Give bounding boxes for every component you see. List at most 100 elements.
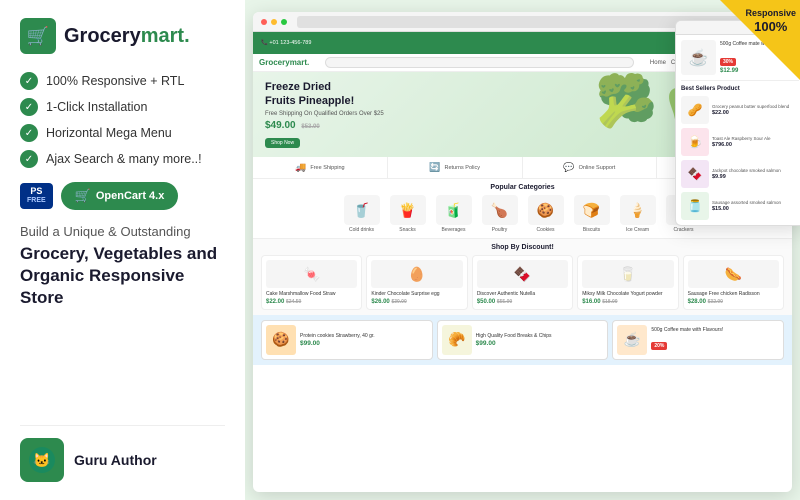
tagline-sub: Build a Unique & Outstanding: [20, 224, 225, 239]
author-cat-icon: 🐱: [28, 446, 56, 474]
product-price-4: $16.00 $18.00: [582, 299, 673, 305]
responsive-badge-text: Responsive 100%: [745, 8, 796, 34]
category-img-cookies: 🍪: [528, 195, 564, 225]
products-grid: 🍬 Cake Marshmallow Food Straw $22.00 $24…: [261, 255, 784, 310]
logo-icon: 🛒: [20, 18, 56, 54]
category-img-beverages: 🧃: [436, 195, 472, 225]
support-icon: 💬: [563, 162, 574, 173]
hero-price: $49.00 $53.00: [265, 120, 384, 131]
category-cold-drinks[interactable]: 🥤 Cold drinks: [341, 195, 383, 233]
right-product-img-2: 🍺: [681, 128, 709, 156]
feature-item-1: ✓ 100% Responsive + RTL: [20, 72, 225, 90]
promo-info-2: High Quality Food Breaks & Chips $99.00: [476, 333, 604, 347]
product-card-4[interactable]: 🥛 Miksy Milk Chocolate Yogurt powder $16…: [577, 255, 678, 310]
product-price-3: $50.00 $55.00: [477, 299, 568, 305]
right-product-info-3: Jackpot chocolate smoked salmon $9.99: [712, 168, 799, 180]
category-snacks[interactable]: 🍟 Snacks: [387, 195, 429, 233]
right-product-img-3: 🍫: [681, 160, 709, 188]
promo-img-1: 🍪: [266, 325, 296, 355]
right-product-item-2[interactable]: 🍺 Toast Ale Raspberry Sour Ale $796.00: [681, 128, 799, 156]
tagline-main: Grocery, Vegetables and Organic Responsi…: [20, 243, 225, 309]
promo-name-3: 500g Coffee mate with Flavours!: [651, 327, 779, 333]
right-product-item-4[interactable]: 🫙 Sausage assorted smoked salmon $15.00: [681, 192, 799, 220]
feature-strip-support: 💬 Online Support: [523, 157, 658, 178]
discount-title: Shop By Discount!: [261, 244, 784, 251]
feature-strip-returns: 🔄 Returns Policy: [388, 157, 523, 178]
check-icon-3: ✓: [20, 124, 38, 142]
category-biscuits[interactable]: 🍞 Biscuits: [571, 195, 613, 233]
feature-item-3: ✓ Horizontal Mega Menu: [20, 124, 225, 142]
platform-ps-badge: PS FREE: [20, 183, 53, 209]
category-beverages[interactable]: 🧃 Beverages: [433, 195, 475, 233]
discount-products-section: Shop By Discount! 🍬 Cake Marshmallow Foo…: [253, 238, 792, 315]
promo-info-3: 500g Coffee mate with Flavours! 20%: [651, 327, 779, 352]
product-img-4: 🥛: [582, 260, 673, 288]
product-card-1[interactable]: 🍬 Cake Marshmallow Food Straw $22.00 $24…: [261, 255, 362, 310]
right-featured-price: $12.99: [720, 68, 799, 74]
store-logo-small: Grocerymart.: [259, 58, 309, 67]
right-mockup-content: ☕ 500g Coffee mate with Flavours! 30% $1…: [676, 35, 800, 225]
promo-card-1[interactable]: 🍪 Protein cookies Strawberry, 40 gr. $99…: [261, 320, 433, 360]
promo-img-3: ☕: [617, 325, 647, 355]
promo-price-2: $99.00: [476, 340, 604, 347]
promo-info-1: Protein cookies Strawberry, 40 gr. $99.0…: [300, 333, 428, 347]
right-featured-img: ☕: [681, 40, 716, 75]
category-img-ice-cream: 🍦: [620, 195, 656, 225]
product-img-5: 🌭: [688, 260, 779, 288]
product-price-1: $22.00 $24.50: [266, 299, 357, 305]
shipping-icon: 🚚: [295, 162, 306, 173]
right-product-item-3[interactable]: 🍫 Jackpot chocolate smoked salmon $9.99: [681, 160, 799, 188]
right-discount-badge: 30%: [720, 58, 736, 66]
author-name: Guru Author: [74, 452, 157, 468]
category-img-cold-drinks: 🥤: [344, 195, 380, 225]
author-avatar: 🐱: [20, 438, 64, 482]
promo-card-3[interactable]: ☕ 500g Coffee mate with Flavours! 20%: [612, 320, 784, 360]
product-name-2: Kinder Chocolate Surprise egg: [371, 291, 462, 298]
product-card-3[interactable]: 🍫 Discover Authentic Nutella $50.00 $55.…: [472, 255, 573, 310]
feature-strip-shipping: 🚚 Free Shipping: [253, 157, 388, 178]
left-panel: 🛒 Grocerymart. ✓ 100% Responsive + RTL ✓…: [0, 0, 245, 500]
feature-item-2: ✓ 1-Click Installation: [20, 98, 225, 116]
browser-dot-green: [281, 19, 287, 25]
promo-name-2: High Quality Food Breaks & Chips: [476, 333, 604, 339]
category-img-snacks: 🍟: [390, 195, 426, 225]
svg-text:🐱: 🐱: [33, 452, 50, 468]
promo-card-2[interactable]: 🥐 High Quality Food Breaks & Chips $99.0…: [437, 320, 609, 360]
right-product-price-2: $796.00: [712, 142, 799, 148]
preview-area: Responsive 100% 📞 +01 123-456-789 My Acc…: [245, 0, 800, 500]
check-icon-4: ✓: [20, 150, 38, 168]
product-name-3: Discover Authentic Nutella: [477, 291, 568, 298]
right-product-info-4: Sausage assorted smoked salmon $15.00: [712, 200, 799, 212]
promo-discount-badge: 20%: [651, 342, 667, 350]
check-icon-2: ✓: [20, 98, 38, 116]
hero-title: Freeze DriedFruits Pineapple!: [265, 80, 384, 109]
product-card-5[interactable]: 🌭 Sausage Free chicken Radisson $28.00 $…: [683, 255, 784, 310]
product-price-2: $26.00 $30.00: [371, 299, 462, 305]
promo-img-2: 🥐: [442, 325, 472, 355]
platform-oc-badge[interactable]: 🛒 OpenCart 4.x: [61, 182, 179, 210]
logo-text: Grocerymart.: [64, 25, 190, 48]
logo-area: 🛒 Grocerymart.: [20, 18, 225, 54]
category-poultry[interactable]: 🍗 Poultry: [479, 195, 521, 233]
tagline: Build a Unique & Outstanding Grocery, Ve…: [20, 224, 225, 309]
check-icon-1: ✓: [20, 72, 38, 90]
store-search-bar: [325, 57, 634, 68]
right-product-img-4: 🫙: [681, 192, 709, 220]
product-img-1: 🍬: [266, 260, 357, 288]
category-img-biscuits: 🍞: [574, 195, 610, 225]
product-name-5: Sausage Free chicken Radisson: [688, 291, 779, 298]
category-cookies[interactable]: 🍪 Cookies: [525, 195, 567, 233]
promo-price-1: $99.00: [300, 340, 428, 347]
category-img-poultry: 🍗: [482, 195, 518, 225]
right-product-price-3: $9.99: [712, 174, 799, 180]
category-ice-cream[interactable]: 🍦 Ice Cream: [617, 195, 659, 233]
product-name-1: Cake Marshmallow Food Straw: [266, 291, 357, 298]
product-img-2: 🥚: [371, 260, 462, 288]
feature-item-4: ✓ Ajax Search & many more..!: [20, 150, 225, 168]
right-product-item-1[interactable]: 🥜 Grocery peanut butter superfood blend …: [681, 96, 799, 124]
browser-dot-yellow: [271, 19, 277, 25]
product-card-2[interactable]: 🥚 Kinder Chocolate Surprise egg $26.00 $…: [366, 255, 467, 310]
right-product-price-1: $22.00: [712, 110, 799, 116]
platform-area: PS FREE 🛒 OpenCart 4.x: [20, 182, 225, 210]
hero-cta-button[interactable]: Shop Now: [265, 138, 300, 148]
